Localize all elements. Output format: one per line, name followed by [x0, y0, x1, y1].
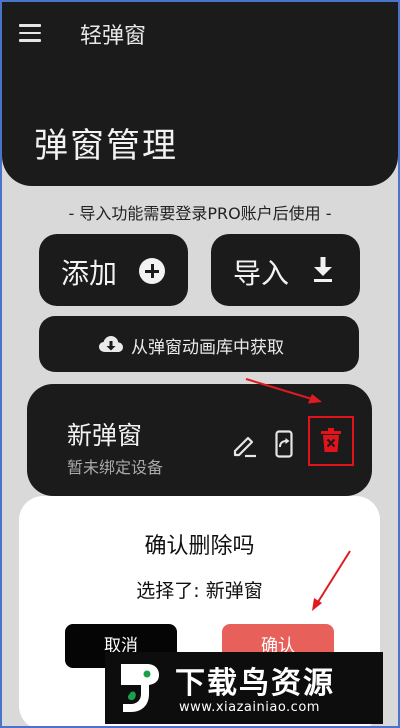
- share-icon[interactable]: [275, 430, 293, 458]
- dialog-message: 选择了: 新弹窗: [136, 580, 263, 602]
- header-card: 弹窗管理: [2, 66, 398, 186]
- animation-library-label: 从弹窗动画库中获取: [131, 338, 284, 358]
- cloud-download-icon: [99, 336, 123, 352]
- add-button[interactable]: 添加: [39, 234, 188, 306]
- download-icon: [314, 257, 332, 282]
- watermark-banner: 下载鸟资源 www.xiazainiao.com: [105, 652, 383, 724]
- bird-logo-icon: [121, 664, 159, 712]
- app-screen: 轻弹窗 弹窗管理 - 导入功能需要登录PRO账户后使用 - 添加 导入 从弹窗动…: [0, 0, 400, 728]
- watermark-url: www.xiazainiao.com: [179, 700, 320, 715]
- popup-device-status: 暂未绑定设备: [67, 458, 164, 477]
- app-title: 轻弹窗: [80, 24, 147, 49]
- plus-circle-icon: [139, 258, 165, 284]
- add-button-label: 添加: [61, 257, 118, 290]
- trash-icon: [321, 428, 341, 452]
- delete-button[interactable]: [308, 416, 354, 466]
- pencil-icon[interactable]: [231, 432, 257, 458]
- import-button-label: 导入: [233, 257, 290, 290]
- popup-list-item[interactable]: 新弹窗 暂未绑定设备: [27, 384, 372, 496]
- animation-library-button[interactable]: 从弹窗动画库中获取: [39, 316, 359, 372]
- app-bar: 轻弹窗: [2, 2, 398, 66]
- menu-icon[interactable]: [19, 24, 41, 42]
- popup-name: 新弹窗: [67, 421, 143, 450]
- dialog-title: 确认删除吗: [144, 534, 255, 559]
- import-button[interactable]: 导入: [211, 234, 360, 306]
- page-title: 弹窗管理: [34, 126, 178, 166]
- watermark-title: 下载鸟资源: [175, 666, 335, 701]
- pro-notice: - 导入功能需要登录PRO账户后使用 -: [68, 204, 332, 223]
